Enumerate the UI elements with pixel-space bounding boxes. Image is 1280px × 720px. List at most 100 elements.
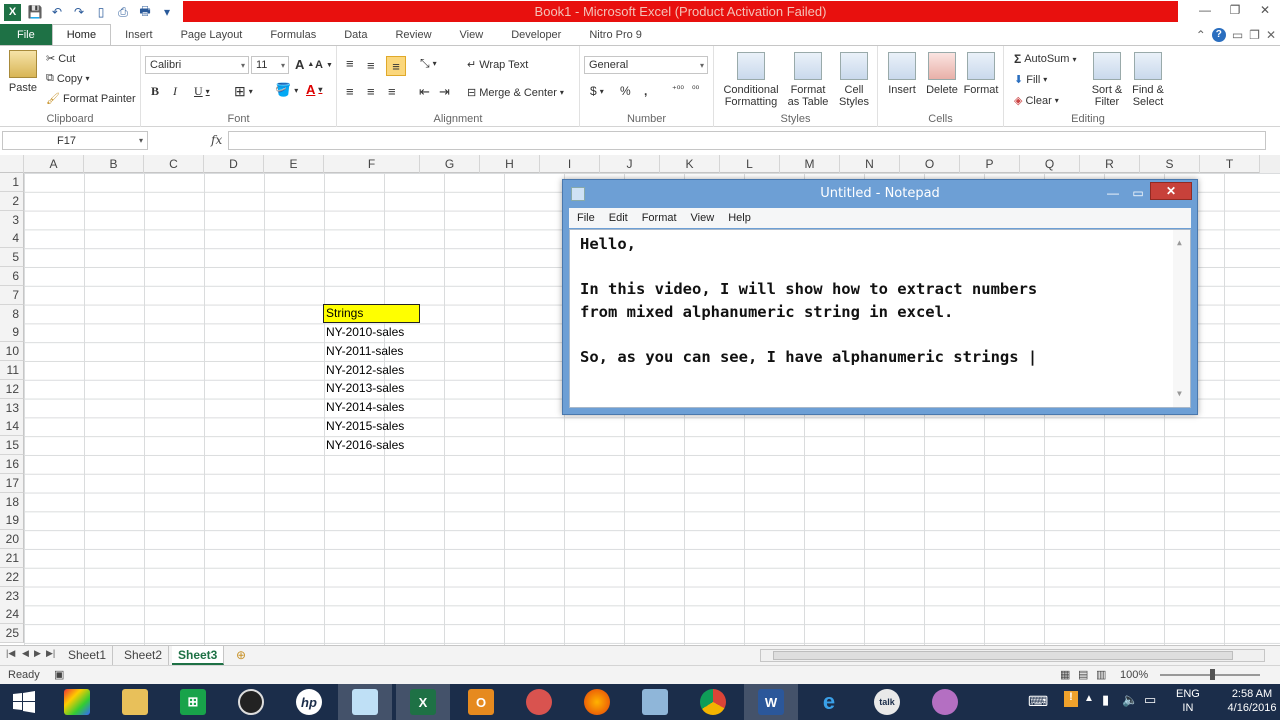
formula-input[interactable] [228, 131, 1266, 150]
file-explorer-icon[interactable] [108, 684, 162, 720]
row-header[interactable]: 5 [0, 248, 24, 268]
menu-help[interactable]: Help [722, 212, 757, 224]
excel-logo-icon[interactable]: X [4, 3, 21, 21]
increase-font-icon[interactable]: A ▲ [295, 57, 314, 72]
outlook-app-icon[interactable]: O [454, 684, 508, 720]
bold-icon[interactable]: B [151, 84, 159, 99]
font-size-dropdown[interactable]: 11 ▾ [251, 56, 289, 74]
column-header[interactable]: S [1140, 155, 1200, 173]
insert-function-icon[interactable]: fx [211, 133, 222, 147]
scrollbar-thumb[interactable] [773, 651, 1233, 660]
customize-toolbar-icon[interactable]: ▾ [159, 4, 175, 20]
delete-cells-button[interactable]: Delete [924, 52, 960, 96]
tab-data[interactable]: Data [330, 24, 381, 45]
sheet-tab-sheet1[interactable]: Sheet1 [62, 646, 114, 665]
column-header[interactable]: B [84, 155, 144, 173]
workbook-minimize-icon[interactable]: ▭ [1232, 28, 1243, 42]
wrap-text-button[interactable]: ↵ Wrap Text [467, 58, 528, 72]
row-header[interactable]: 8 [0, 304, 24, 324]
workbook-close-icon[interactable]: ✕ [1266, 28, 1276, 42]
conditional-formatting-button[interactable]: Conditional Formatting [720, 52, 782, 108]
merge-center-button[interactable]: ⊟ Merge & Center ▾ [467, 86, 564, 100]
quick-print-icon[interactable]: 🖶 [137, 4, 153, 20]
menu-file[interactable]: File [571, 212, 601, 224]
talk-app-icon[interactable]: talk [860, 684, 914, 720]
column-header[interactable]: O [900, 155, 960, 173]
borders-icon[interactable]: ⊞ ▾ [234, 83, 253, 100]
name-box[interactable]: F17 ▾ [2, 131, 148, 150]
cell-f14[interactable]: NY-2015-sales [324, 417, 420, 436]
next-sheet-icon[interactable]: ▶ [34, 648, 41, 659]
row-header[interactable]: 12 [0, 379, 24, 399]
internet-explorer-icon[interactable]: e [802, 684, 856, 720]
volume-icon[interactable]: 🔈 [1122, 692, 1138, 708]
column-header[interactable]: T [1200, 155, 1260, 173]
cut-button[interactable]: ✂ Cut [46, 52, 75, 66]
column-header[interactable]: R [1080, 155, 1140, 173]
battery-icon[interactable]: ▭ [1144, 692, 1156, 708]
column-header[interactable]: C [144, 155, 204, 173]
redo-icon[interactable]: ↷ [71, 4, 87, 20]
cell-f15[interactable]: NY-2016-sales [324, 436, 420, 455]
column-header[interactable]: D [204, 155, 264, 173]
close-icon[interactable]: ✕ [1250, 0, 1280, 20]
sheet-tab-sheet2[interactable]: Sheet2 [118, 646, 170, 665]
column-header[interactable]: F [324, 155, 420, 173]
workbook-restore-icon[interactable]: ❐ [1249, 28, 1260, 42]
row-header[interactable]: 7 [0, 285, 24, 305]
notepad-taskbar-icon[interactable] [338, 684, 392, 720]
scroll-down-icon[interactable]: ▼ [1177, 383, 1182, 406]
select-all-corner[interactable] [0, 155, 24, 173]
increase-indent-icon[interactable]: ⇥ [439, 84, 450, 100]
column-header[interactable]: N [840, 155, 900, 173]
align-bottom-icon[interactable]: ≡ [386, 56, 406, 76]
decrease-indent-icon[interactable]: ⇤ [419, 84, 430, 100]
row-header[interactable]: 15 [0, 436, 24, 456]
insert-sheet-icon[interactable]: ⊕ [230, 646, 252, 665]
minimize-icon[interactable]: — [1190, 0, 1220, 20]
tab-file[interactable]: File [0, 24, 52, 45]
column-header[interactable]: L [720, 155, 780, 173]
column-header[interactable]: Q [1020, 155, 1080, 173]
comma-style-icon[interactable]: , [644, 84, 647, 98]
column-header[interactable]: I [540, 155, 600, 173]
column-header[interactable]: H [480, 155, 540, 173]
notepad-text-area[interactable]: Hello, In this video, I will show how to… [569, 229, 1191, 408]
currency-icon[interactable]: $ ▾ [590, 84, 604, 98]
tab-insert[interactable]: Insert [111, 24, 167, 45]
paste-button[interactable]: Paste [6, 50, 40, 94]
column-header[interactable]: J [600, 155, 660, 173]
row-header[interactable]: 24 [0, 605, 24, 625]
percent-icon[interactable]: % [620, 84, 631, 98]
tab-home[interactable]: Home [51, 24, 112, 45]
align-right-icon[interactable]: ≡ [388, 84, 396, 99]
decrease-font-icon[interactable]: A ▼ [315, 59, 333, 71]
notepad-minimize-icon[interactable]: — [1103, 183, 1123, 202]
horizontal-scrollbar[interactable] [760, 649, 1265, 662]
chrome-app-icon[interactable] [686, 684, 740, 720]
save-icon[interactable]: 💾 [27, 4, 43, 20]
insert-cells-button[interactable]: Insert [884, 52, 920, 96]
firefox-app-icon[interactable] [570, 684, 624, 720]
underline-icon[interactable]: U ▾ [194, 84, 210, 99]
macro-record-icon[interactable]: ▣ [54, 668, 64, 681]
normal-view-icon[interactable]: ▦ [1060, 668, 1070, 681]
paint-app-icon[interactable] [50, 684, 104, 720]
font-color-icon[interactable]: A ▾ [306, 82, 322, 97]
autosum-button[interactable]: Σ AutoSum ▾ [1014, 52, 1076, 66]
fill-color-icon[interactable]: 🪣 ▾ [275, 82, 298, 98]
format-as-table-button[interactable]: Format as Table [784, 52, 832, 108]
cell-f8[interactable]: Strings [323, 304, 420, 323]
cell-styles-button[interactable]: Cell Styles [836, 52, 872, 108]
notepad-close-icon[interactable]: ✕ [1150, 182, 1192, 200]
excel-taskbar-icon[interactable]: X [396, 684, 450, 720]
column-header[interactable]: P [960, 155, 1020, 173]
hp-app-icon[interactable]: hp [282, 684, 336, 720]
keyboard-icon[interactable]: ⌨ [1028, 693, 1048, 710]
media-app-icon[interactable] [918, 684, 972, 720]
format-painter-button[interactable]: 🖌 Format Painter [46, 92, 136, 106]
restore-icon[interactable]: ❐ [1220, 0, 1250, 20]
page-break-view-icon[interactable]: ▥ [1096, 668, 1106, 681]
network-icon[interactable]: ▮ [1102, 692, 1109, 708]
tab-formulas[interactable]: Formulas [256, 24, 330, 45]
